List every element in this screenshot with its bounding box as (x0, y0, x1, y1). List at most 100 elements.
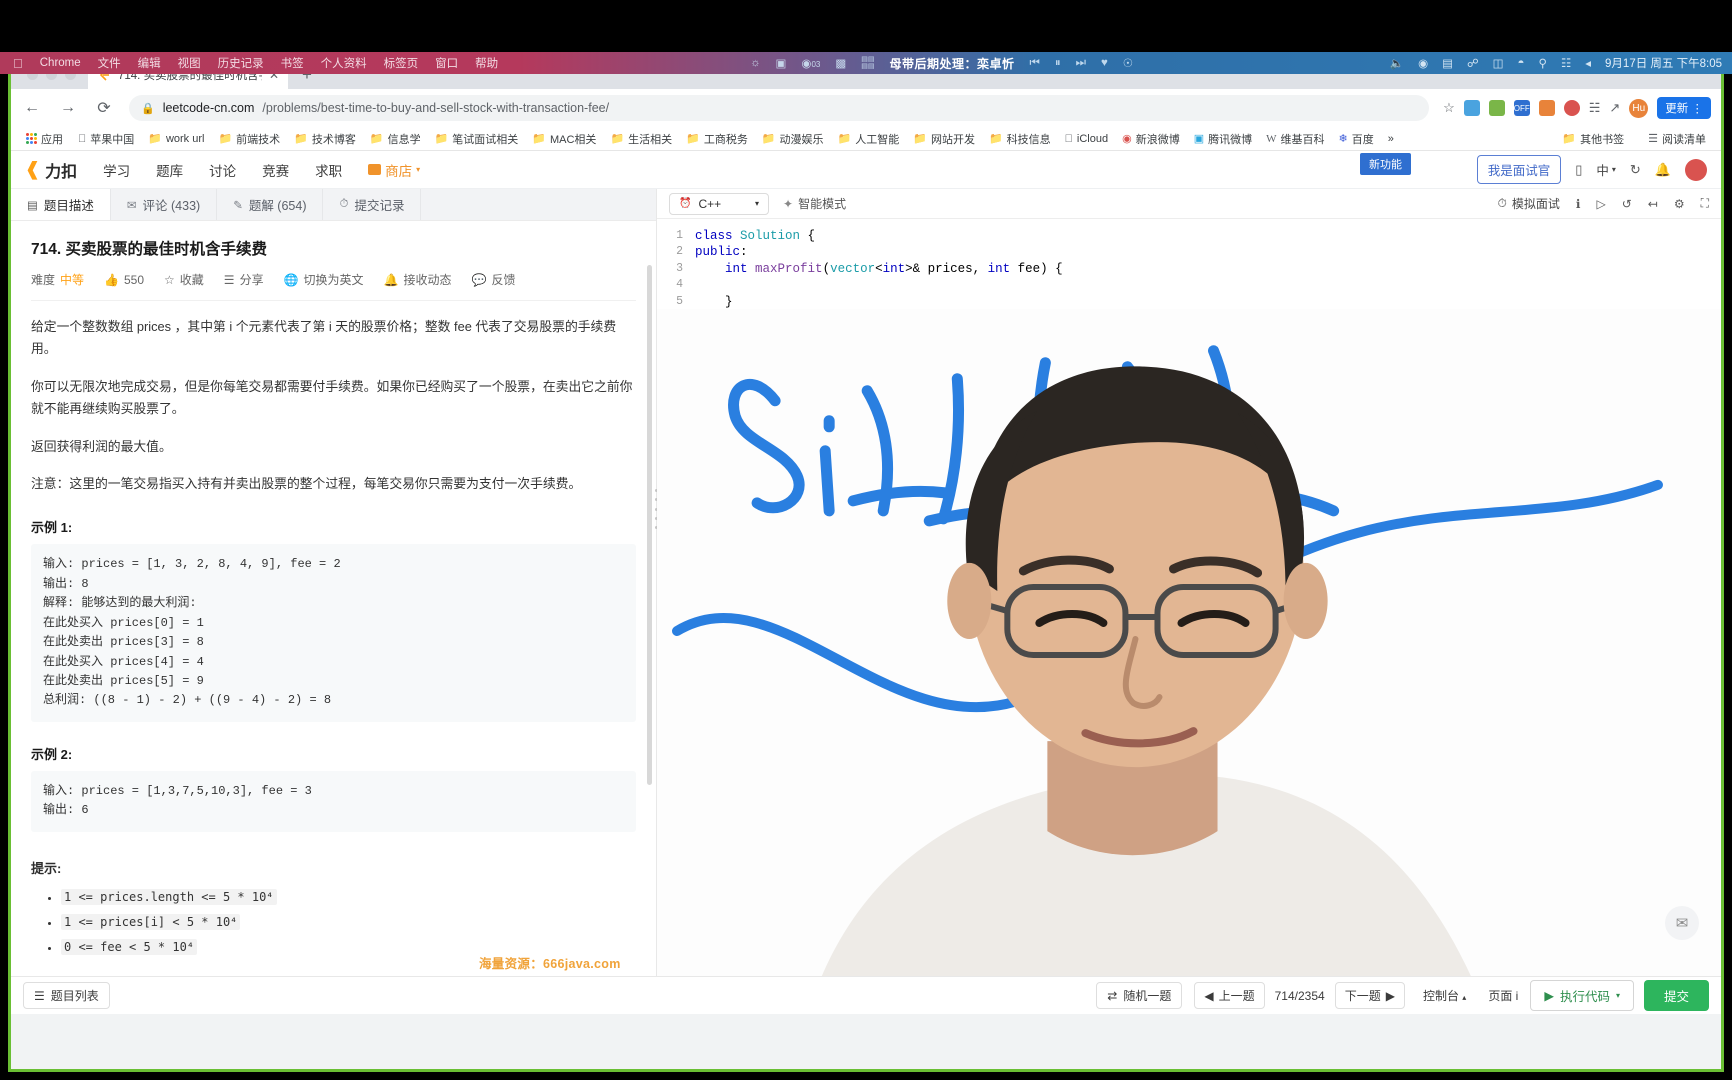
bookmark-tech-news[interactable]: 📁 科技信息 (982, 131, 1058, 147)
bell-icon[interactable]: 🔔 (1655, 162, 1671, 178)
random-problem-button[interactable]: ⇄ 随机一题 (1096, 982, 1183, 1009)
music-icon[interactable]: ◉ (1418, 56, 1428, 70)
pause-icon[interactable]: ⏸ (1055, 57, 1061, 70)
search-icon[interactable]: ⚲ (1539, 56, 1547, 70)
bookmark-life[interactable]: 📁 生活相关 (603, 131, 679, 147)
bookmark-anime[interactable]: 📁 动漫娱乐 (755, 131, 831, 147)
run-code-button[interactable]: ▶ 执行代码 ▾ (1530, 980, 1634, 1011)
back-icon[interactable]: ← (21, 99, 43, 117)
address-bar[interactable]: 🔒 leetcode-cn.com/problems/best-time-to-… (129, 95, 1430, 121)
update-button[interactable]: 更新 ⋮ (1657, 97, 1711, 119)
console-button[interactable]: 控制台 ▴ (1423, 987, 1466, 1004)
bookmark-icloud[interactable]: iCloud (1058, 133, 1115, 145)
run-icon[interactable]: ▷ (1596, 197, 1605, 211)
nav-item-study[interactable]: 学习 (103, 160, 130, 180)
timer-icon[interactable]: ◉03 (801, 56, 820, 70)
nav-item-jobs[interactable]: 求职 (315, 160, 342, 180)
menu-window[interactable]: 窗口 (435, 55, 458, 71)
star-icon[interactable]: ☆ (1443, 100, 1455, 116)
input-icon[interactable]: ◫ (1493, 56, 1504, 70)
problem-scrollbar[interactable] (647, 265, 652, 965)
reload-icon[interactable]: ⟳ (93, 98, 115, 118)
submit-button[interactable]: 提交 (1643, 980, 1709, 1011)
menu-file[interactable]: 文件 (98, 55, 121, 71)
prev-icon[interactable]: ⏮ (1030, 57, 1040, 70)
bluetooth-icon[interactable]: ☍ (1467, 56, 1479, 70)
reading-list[interactable]: ☰ 阅读清单 (1641, 131, 1713, 147)
bookmark-ai[interactable]: 📁 人工智能 (831, 131, 907, 147)
bookmark-other[interactable]: 📁 其他书签 (1555, 131, 1631, 147)
menu-tabs[interactable]: 标签页 (384, 55, 419, 71)
shopping-extension-icon[interactable] (1488, 100, 1505, 116)
info-icon[interactable]: ℹ (1576, 197, 1581, 211)
language-selector[interactable]: 中 ▾ (1596, 160, 1616, 179)
bookmark-tencent-weibo[interactable]: ▣ 腾讯微博 (1187, 131, 1259, 147)
battery-icon[interactable]: ▤ (1442, 56, 1453, 70)
switch-language-button[interactable]: 🌐 切换为英文 (284, 271, 364, 288)
menu-view[interactable]: 视图 (178, 55, 201, 71)
favorite-button[interactable]: ☆ 收藏 (164, 271, 204, 288)
adblock-extension-icon[interactable] (1538, 100, 1555, 116)
menu-profile[interactable]: 个人资料 (321, 55, 367, 71)
tab-solutions[interactable]: ✎ 题解 (654) (217, 189, 324, 220)
settings-icon[interactable]: ⚙ (1674, 197, 1685, 211)
refresh-icon[interactable]: ↻ (1630, 162, 1641, 178)
vpn-extension-icon[interactable]: OFF (1513, 100, 1530, 116)
monitor-icon[interactable]: ▯ (1575, 162, 1582, 178)
menu-history[interactable]: 历史记录 (218, 55, 264, 71)
interviewer-button[interactable]: 我是面试官 (1476, 155, 1562, 184)
bookmark-apps[interactable]: 应用 (19, 131, 71, 147)
tab-submissions[interactable]: ⏱ 提交记录 (323, 189, 422, 220)
language-select[interactable]: ⏰ C++ ▾ (669, 192, 769, 215)
reset-icon[interactable]: ↺ (1622, 197, 1632, 211)
cpu-icon[interactable]: ▤▤ ▤▤ (861, 56, 874, 70)
format-icon[interactable]: ↤ (1648, 197, 1658, 211)
smart-mode-toggle[interactable]: ✦ 智能模式 (783, 195, 846, 212)
apple-icon[interactable]:  (13, 56, 23, 71)
mac-clock[interactable]: 9月17日 周五 下午8:05 (1605, 55, 1722, 71)
profile-avatar[interactable]: Hu (1629, 98, 1649, 118)
volume-icon[interactable]: 🔈 (1390, 56, 1404, 70)
bookmark-interview[interactable]: 📁 笔试面试相关 (428, 131, 526, 147)
tab-description[interactable]: ▤ 题目描述 (11, 189, 111, 220)
bookmark-weibo[interactable]: ◉ 新浪微博 (1115, 131, 1187, 147)
like-button[interactable]: 👍 550 (104, 273, 144, 287)
subscribe-button[interactable]: 🔔 接收动态 (384, 271, 452, 288)
bookmark-mac[interactable]: 📁 MAC相关 (525, 131, 603, 147)
bookmark-wikipedia[interactable]: W 维基百科 (1259, 131, 1331, 147)
prev-problem-button[interactable]: ◀ 上一题 (1194, 982, 1265, 1009)
problem-list-button[interactable]: ☰ 题目列表 (23, 982, 110, 1009)
bookmark-tech-blog[interactable]: 📁 技术博客 (287, 131, 363, 147)
bookmark-apple-china[interactable]: 苹果中国 (71, 131, 141, 147)
bookmark-informatics[interactable]: 📁 信息学 (363, 131, 428, 147)
heart-icon[interactable]: ♥ (1101, 57, 1108, 69)
tab-comments[interactable]: ✉ 评论 (433) (110, 189, 218, 220)
forward-icon[interactable]: → (57, 99, 79, 117)
nav-item-discuss[interactable]: 讨论 (209, 160, 236, 180)
next-problem-button[interactable]: 下一题 ▶ (1334, 982, 1405, 1009)
puzzle-icon[interactable]: ☵ (1589, 100, 1601, 116)
wifi-icon[interactable]: ◓ (1518, 57, 1525, 69)
menu-chrome[interactable]: Chrome (40, 57, 81, 69)
notification-icon[interactable]: ◂ (1585, 56, 1591, 70)
chart-icon[interactable]: ▩ (835, 56, 846, 70)
menu-bookmarks[interactable]: 书签 (281, 55, 304, 71)
clock-icon[interactable]: ☉ (1123, 56, 1133, 70)
bookmarks-overflow[interactable]: » (1381, 133, 1401, 145)
next-icon[interactable]: ⏭ (1076, 57, 1086, 70)
page-info[interactable]: 页面 i (1488, 987, 1518, 1004)
nav-item-problems[interactable]: 题库 (156, 160, 183, 180)
mock-interview-button[interactable]: ⏱ 模拟面试 (1498, 195, 1560, 212)
note-extension-icon[interactable] (1563, 100, 1580, 116)
avatar[interactable] (1685, 158, 1707, 181)
bookmark-work-url[interactable]: 📁 work url (141, 132, 211, 146)
bookmark-baidu[interactable]: ❄ 百度 (1332, 131, 1381, 147)
bookmark-frontend[interactable]: 📁 前端技术 (211, 131, 287, 147)
menu-help[interactable]: 帮助 (475, 55, 498, 71)
bookmark-webdev[interactable]: 📁 网站开发 (906, 131, 982, 147)
share-button[interactable]: ☰ 分享 (224, 271, 264, 288)
translate-extension-icon[interactable] (1463, 100, 1480, 116)
feedback-float-button[interactable]: ✉ (1665, 906, 1699, 940)
feedback-button[interactable]: 💬 反馈 (472, 271, 516, 288)
nav-item-shop[interactable]: 商店 ▾ (368, 160, 420, 180)
